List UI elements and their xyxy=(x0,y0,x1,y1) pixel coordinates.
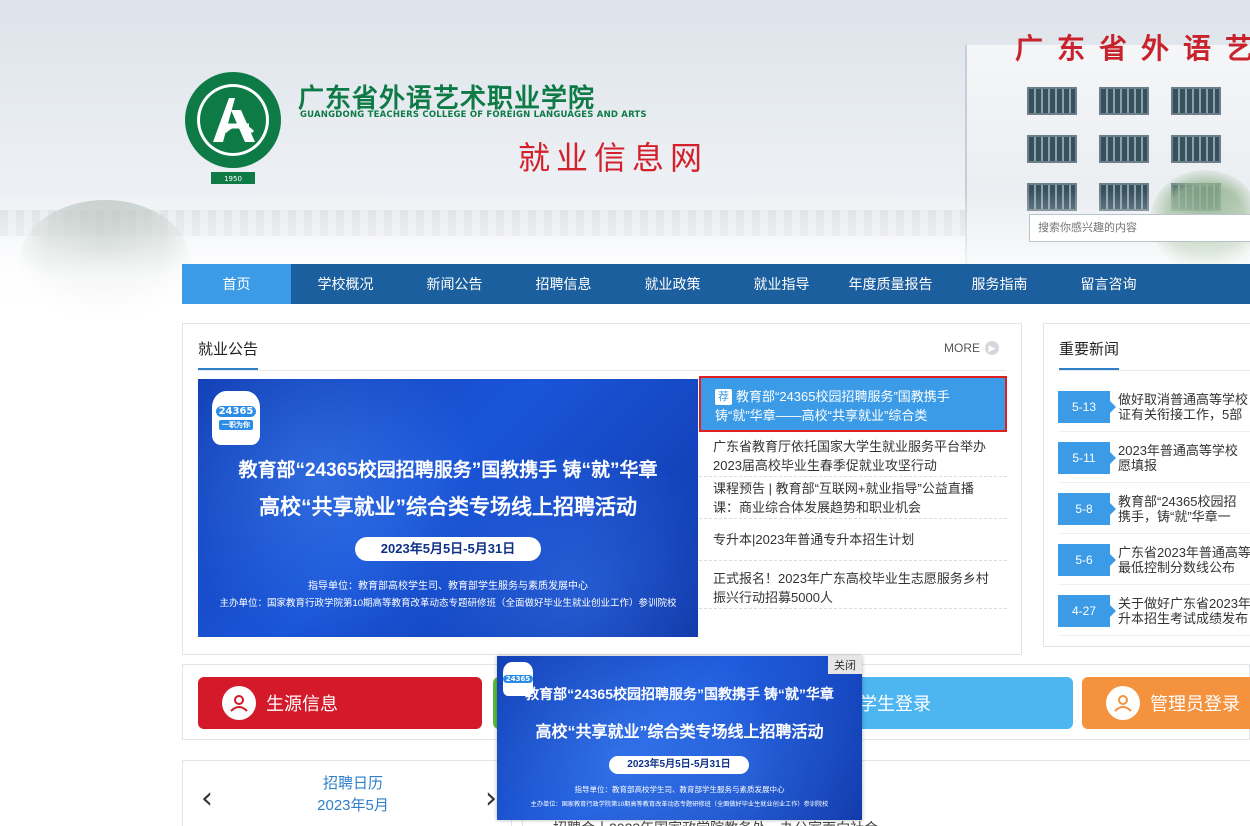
nav-item-home[interactable]: 首页 xyxy=(182,264,291,304)
panel-title-important: 重要新闻 xyxy=(1059,338,1120,370)
news-date: 5-8 xyxy=(1058,492,1116,525)
list-item[interactable]: 5-6 广东省2023年普通高等 最低控制分数线公布 xyxy=(1058,535,1250,585)
site-title: 就业信息网 xyxy=(518,139,709,177)
close-button[interactable]: 关闭 xyxy=(828,656,862,674)
nav-item-about[interactable]: 学校概况 xyxy=(291,264,400,304)
student-login-label: 学生登录 xyxy=(859,694,931,714)
student-source-button[interactable]: 生源信息 xyxy=(198,677,482,729)
panel-title-notice: 就业公告 xyxy=(198,338,259,370)
student-source-label: 生源信息 xyxy=(266,694,338,714)
nav-item-news[interactable]: 新闻公告 xyxy=(400,264,509,304)
notice-list: 荐教育部“24365校园招聘服务”国教携手铸“就”华章——高校“共享就业”综合类… xyxy=(699,376,1007,609)
popup-date: 2023年5月5日-5月31日 xyxy=(609,756,749,774)
list-item[interactable]: 5-13 做好取消普通高等学校 证有关衔接工作，5部 xyxy=(1058,382,1250,432)
list-item[interactable]: 5-8 教育部“24365校园招 携手，铸“就”华章一 xyxy=(1058,484,1250,534)
banner-headline: 教育部“24365校园招聘服务”国教携手 铸“就”华章 xyxy=(238,460,658,481)
news-title: 教育部“24365校园招 携手，铸“就”华章一 xyxy=(1118,493,1237,524)
news-date: 4-27 xyxy=(1058,594,1116,627)
chevron-left-icon[interactable]: ‹ xyxy=(201,781,213,816)
important-news-list: 5-13 做好取消普通高等学校 证有关衔接工作，5部 5-11 2023年普通高… xyxy=(1058,382,1250,637)
important-news-panel: 重要新闻 5-13 做好取消普通高等学校 证有关衔接工作，5部 5-11 202… xyxy=(1043,323,1250,647)
building-sign: 广东省外语艺 xyxy=(1015,32,1250,65)
more-label: MORE xyxy=(944,341,980,355)
list-item[interactable]: 5-11 2023年普通高等学校 愿填报 xyxy=(1058,433,1250,483)
notice-panel: 就业公告 MORE ▶ 24365 一职为你 教育部“24365校园招聘服务”国… xyxy=(182,323,1022,655)
news-title: 做好取消普通高等学校 证有关衔接工作，5部 xyxy=(1118,391,1249,422)
popup-banner[interactable]: 24365 教育部“24365校园招聘服务”国教携手 铸“就”华章 高校“共享就… xyxy=(497,656,862,820)
recommend-badge: 荐 xyxy=(715,389,732,405)
nav-item-message[interactable]: 留言咨询 xyxy=(1054,264,1163,304)
list-item[interactable]: 广东省教育厅依托国家大学生就业服务平台举办2023届高校毕业生春季促就业攻坚行动 xyxy=(699,435,1007,477)
banner-date: 2023年5月5日-5月31日 xyxy=(355,537,541,561)
search-box[interactable] xyxy=(1029,214,1250,242)
popup-host-unit: 主办单位：国家教育行政学院第10期高等教育改革动态专题研修班（全面做好毕业生就业… xyxy=(530,801,829,808)
nav-item-annual-report[interactable]: 年度质量报告 xyxy=(836,264,945,304)
popup-headline: 教育部“24365校园招聘服务”国教携手 铸“就”华章 xyxy=(525,686,834,702)
svg-text:1950: 1950 xyxy=(224,175,242,183)
calendar-header: 招聘日历 2023年5月 xyxy=(283,773,423,817)
calendar-month: 2023年5月 xyxy=(317,797,389,814)
news-title: 2023年普通高等学校 愿填报 xyxy=(1118,442,1238,473)
list-item[interactable]: 课程预告 | 教育部“互联网+就业指导”公益直播课：商业综合体发展趋势和职业机会 xyxy=(699,477,1007,519)
nav-item-service-guide[interactable]: 服务指南 xyxy=(945,264,1054,304)
user-group-icon xyxy=(222,686,256,720)
nav-item-recruitment[interactable]: 招聘信息 xyxy=(509,264,618,304)
list-item[interactable]: 4-27 关于做好广东省2023年 升本招生考试成绩发布 xyxy=(1058,586,1250,636)
admin-user-icon xyxy=(1106,686,1140,720)
banner-subheadline: 高校“共享就业”综合类专场线上招聘活动 xyxy=(259,496,637,519)
floating-ad-popup[interactable]: 关闭 24365 教育部“24365校园招聘服务”国教携手 铸“就”华章 高校“… xyxy=(497,656,862,820)
banner-host-unit: 主办单位：国家教育行政学院第10期高等教育改革动态专题研修班（全面做好毕业生就业… xyxy=(219,598,677,609)
banner-guide-unit: 指导单位：教育部高校学生司、教育部学生服务与素质发展中心 xyxy=(308,581,588,592)
list-item[interactable]: 正式报名！2023年广东高校毕业生志愿服务乡村振兴行动招募5000人 xyxy=(699,561,1007,609)
news-title: 关于做好广东省2023年 升本招生考试成绩发布 xyxy=(1118,595,1250,626)
notice-banner[interactable]: 24365 一职为你 教育部“24365校园招聘服务”国教携手 铸“就”华章 高… xyxy=(198,379,698,637)
list-item[interactable]: 专升本|2023年普通专升本招生计划 xyxy=(699,519,1007,561)
calendar-title: 招聘日历 xyxy=(322,775,383,792)
popup-guide-unit: 指导单位：教育部高校学生司、教育部学生服务与素质发展中心 xyxy=(574,785,785,794)
nav-item-policy[interactable]: 就业政策 xyxy=(618,264,727,304)
chevron-right-icon: ▶ xyxy=(985,341,999,355)
list-item[interactable]: 荐教育部“24365校园招聘服务”国教携手铸“就”华章——高校“共享就业”综合类 xyxy=(699,376,1007,432)
recruitment-calendar: ‹ 招聘日历 2023年5月 › xyxy=(182,760,512,826)
popup-subheadline: 高校“共享就业”综合类专场线上招聘活动 xyxy=(535,724,824,741)
search-input[interactable] xyxy=(1030,215,1250,241)
main-nav: 首页 学校概况 新闻公告 招聘信息 就业政策 就业指导 年度质量报告 服务指南 … xyxy=(182,264,1250,304)
news-date: 5-6 xyxy=(1058,543,1116,576)
nav-item-guidance[interactable]: 就业指导 xyxy=(727,264,836,304)
chevron-right-icon[interactable]: › xyxy=(485,781,497,816)
admin-login-label: 管理员登录 xyxy=(1150,694,1240,714)
more-link[interactable]: MORE ▶ xyxy=(944,341,999,355)
badge-24365-icon: 24365 一职为你 xyxy=(212,391,260,445)
news-date: 5-11 xyxy=(1058,441,1116,474)
news-title: 广东省2023年普通高等 最低控制分数线公布 xyxy=(1118,544,1250,575)
school-name-en: GUANGDONG TEACHERS COLLEGE OF FOREIGN LA… xyxy=(300,110,647,120)
admin-login-button[interactable]: 管理员登录 xyxy=(1082,677,1250,729)
news-date: 5-13 xyxy=(1058,390,1116,423)
school-logo-icon[interactable]: 1950 xyxy=(183,70,283,186)
